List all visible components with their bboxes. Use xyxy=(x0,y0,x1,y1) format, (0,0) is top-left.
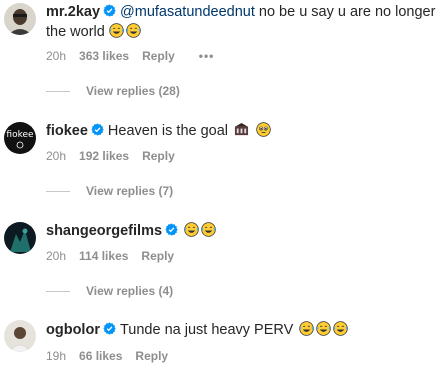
reply-button[interactable]: Reply xyxy=(142,149,175,163)
comment-text: no be u say u are no longer in xyxy=(254,4,437,20)
view-replies-button[interactable]: View replies (4) xyxy=(86,284,173,298)
grinning-tears-emoji-icon xyxy=(333,321,349,336)
reply-button[interactable]: Reply xyxy=(135,349,168,363)
comment-timestamp: 20h xyxy=(46,149,67,163)
avatar[interactable]: fiokee xyxy=(4,122,36,154)
likes-count[interactable]: 363 likes xyxy=(79,49,129,63)
comment-timestamp: 20h xyxy=(46,49,67,63)
verified-badge-icon xyxy=(103,4,116,17)
svg-text:fiokee: fiokee xyxy=(6,130,34,140)
grinning-tears-emoji-icon xyxy=(126,23,141,38)
grinning-tears-emoji-icon xyxy=(184,222,199,237)
reply-button[interactable]: Reply xyxy=(142,49,175,63)
replies-divider xyxy=(46,291,70,293)
comment-username[interactable]: mr.2kay xyxy=(46,4,100,20)
grinning-tears-emoji-icon xyxy=(316,321,332,336)
comment-timestamp: 19h xyxy=(46,349,67,363)
comment-username[interactable]: fiokee xyxy=(46,123,88,139)
view-replies-button[interactable]: View replies (28) xyxy=(86,84,180,98)
verified-badge-icon xyxy=(165,223,178,236)
likes-count[interactable]: 114 likes xyxy=(79,249,128,263)
comment-text-continued: the world xyxy=(46,24,105,40)
comment-username[interactable]: shangeorgefilms xyxy=(46,223,162,239)
avatar[interactable] xyxy=(4,3,36,35)
view-replies-button[interactable]: View replies (7) xyxy=(86,184,173,198)
grinning-tears-emoji-icon xyxy=(109,23,124,38)
comment-text: Tunde na just heavy PERV xyxy=(119,322,294,338)
verified-badge-icon xyxy=(103,322,116,335)
likes-count[interactable]: 66 likes xyxy=(79,349,122,363)
likes-count[interactable]: 192 likes xyxy=(79,149,129,163)
avatar[interactable] xyxy=(4,222,36,254)
comment-text: Heaven is the goal xyxy=(107,123,229,139)
verified-badge-icon xyxy=(91,123,104,136)
mention-link[interactable]: @mufasatundeednut xyxy=(120,4,255,20)
avatar[interactable] xyxy=(4,320,36,352)
comment-username[interactable]: ogbolor xyxy=(46,322,100,338)
grinning-tears-emoji-icon xyxy=(299,321,315,336)
comment-timestamp: 20h xyxy=(46,249,67,263)
reply-button[interactable]: Reply xyxy=(141,249,174,263)
pleading-face-emoji-icon xyxy=(256,122,271,137)
replies-divider xyxy=(46,91,70,93)
church-emoji-icon xyxy=(234,122,249,137)
grinning-tears-emoji-icon xyxy=(201,222,216,237)
replies-divider xyxy=(46,191,70,193)
more-options-icon[interactable]: ••• xyxy=(199,49,215,63)
